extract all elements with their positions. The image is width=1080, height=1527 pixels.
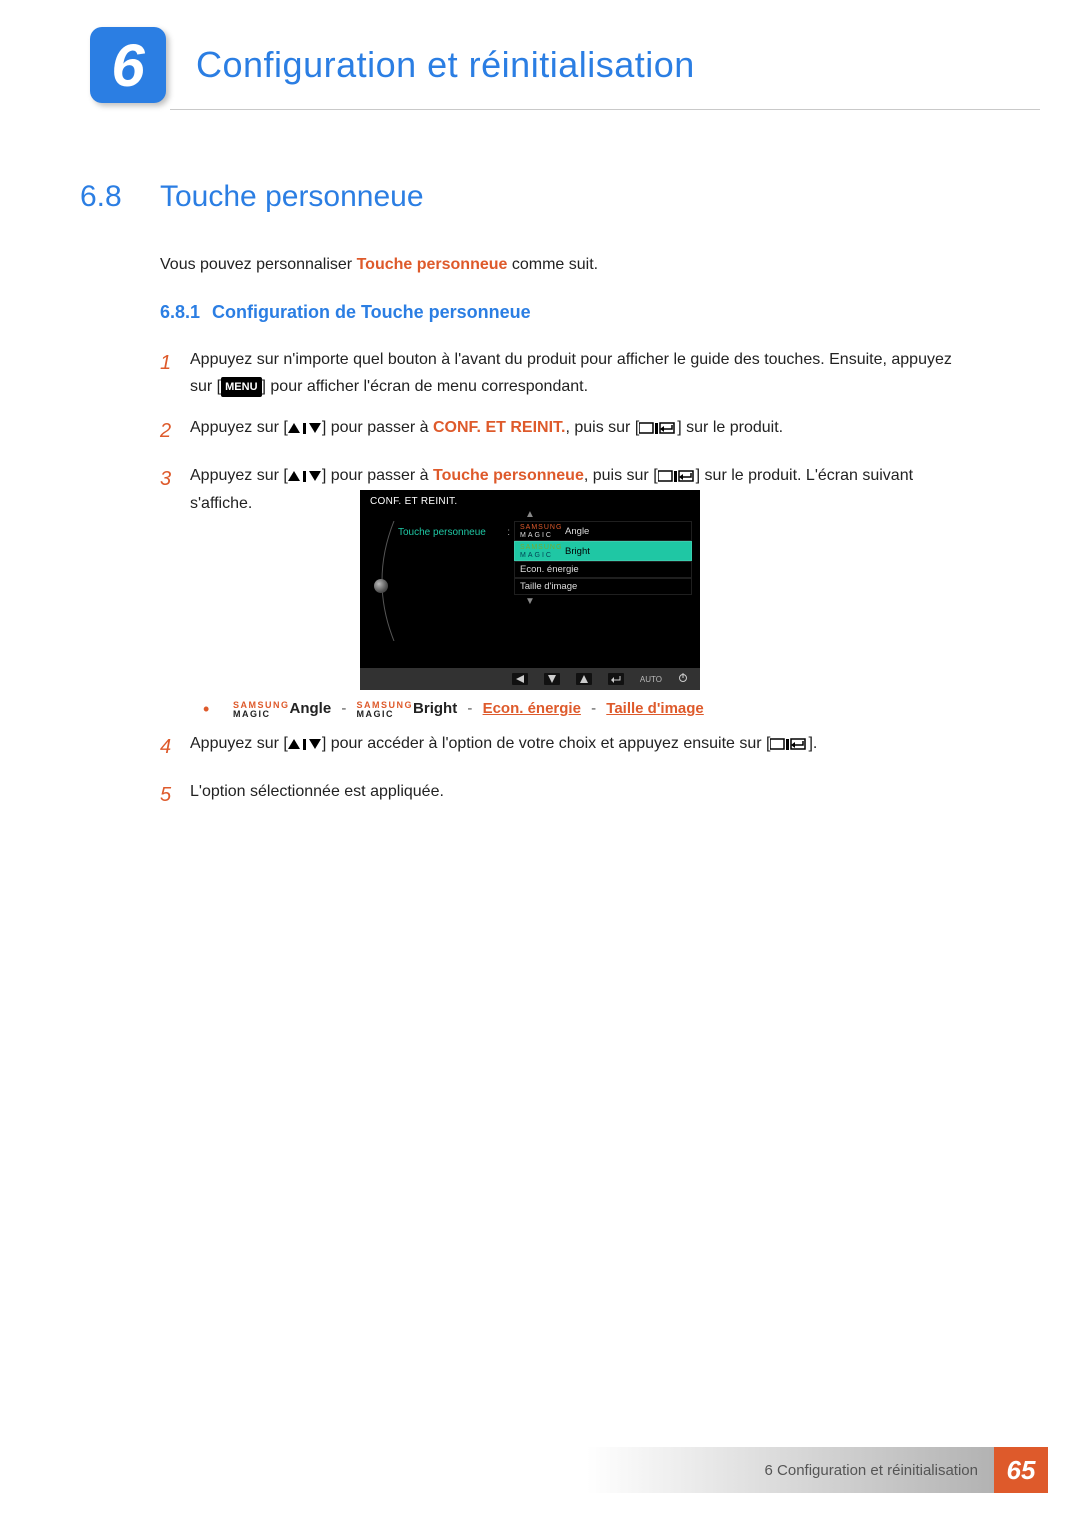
step-number: 3	[160, 462, 190, 516]
option-text: Angle	[565, 525, 589, 538]
page-number: 65	[994, 1447, 1048, 1493]
link-econ-energie[interactable]: Econ. énergie	[483, 700, 581, 717]
option-text: Econ. énergie	[520, 563, 579, 576]
text: ] pour afficher l'écran de menu correspo…	[262, 378, 589, 395]
option-text: Bright	[565, 545, 590, 558]
keyword: CONF. ET REINIT.	[433, 419, 565, 436]
text: ] pour accéder à l'option de votre choix…	[322, 735, 771, 752]
section-title: Touche personneue	[160, 180, 424, 214]
text: Appuyez sur [	[190, 467, 288, 484]
magic-label: MAGIC	[357, 709, 395, 719]
intro-text: Vous pouvez personnaliser Touche personn…	[160, 253, 970, 278]
header-rule	[170, 109, 1040, 110]
source-enter-icon	[639, 422, 677, 434]
separator: -	[585, 700, 602, 717]
intro-keyword: Touche personneue	[357, 256, 508, 273]
bullet-body: SAMSUNG MAGIC Angle - SAMSUNG MAGIC Brig…	[233, 700, 704, 718]
link-taille-image[interactable]: Taille d'image	[606, 700, 704, 717]
step-body: Appuyez sur [ ] pour passer à CONF. ET RE…	[190, 414, 970, 448]
step-4: 4 Appuyez sur [ ] pour accéder à l'option…	[160, 730, 970, 764]
up-down-arrow-icon	[288, 422, 322, 434]
chapter-title: Configuration et réinitialisation	[196, 44, 695, 86]
step-number: 4	[160, 730, 190, 764]
magic-label: MAGIC	[233, 709, 271, 719]
osd-menu-item: Touche personneue	[398, 527, 506, 538]
text: Appuyez sur [	[190, 419, 288, 436]
text: , puis sur [	[565, 419, 639, 436]
option-bright: Bright	[413, 700, 457, 717]
osd-option-taille: Taille d'image	[514, 578, 692, 595]
osd-scroll-down-icon: ▼	[360, 597, 700, 607]
osd-option-bright-selected: SAMSUNG MAGIC Bright	[514, 541, 692, 561]
osd-option-econ: Econ. énergie	[514, 561, 692, 578]
footer-bar: 6 Configuration et réinitialisation	[90, 1447, 994, 1493]
osd-left-pane: Touche personneue :	[368, 521, 506, 595]
osd-up-icon	[576, 673, 592, 685]
page-footer: 6 Configuration et réinitialisation 65	[90, 1447, 1048, 1493]
step-5: 5 L'option sélectionnée est appliquée.	[160, 778, 970, 812]
bullet-icon: •	[203, 700, 233, 718]
osd-enter-icon	[608, 673, 624, 685]
keyword: Touche personneue	[433, 467, 584, 484]
osd-colon: :	[507, 527, 510, 538]
section-heading: 6.8 Touche personneue	[80, 180, 1000, 214]
osd-options: SAMSUNG MAGIC Angle SAMSUNG MAGIC Bright…	[514, 521, 692, 595]
osd-down-icon	[544, 673, 560, 685]
osd-footer: AUTO	[360, 668, 700, 690]
magic-label: MAGIC	[520, 552, 553, 559]
chapter-number-badge: 6	[90, 27, 166, 103]
section-number: 6.8	[80, 180, 160, 214]
footer-text: 6 Configuration et réinitialisation	[765, 1462, 978, 1479]
subsection-title: Configuration de Touche personneue	[212, 302, 531, 323]
menu-icon: MENU	[221, 377, 261, 398]
osd-screenshot: CONF. ET REINIT. ▲ Touche personneue : S…	[360, 490, 700, 690]
text: Appuyez sur [	[190, 735, 288, 752]
option-text: Taille d'image	[520, 580, 577, 593]
subsection-heading: 6.8.1 Configuration de Touche personneue	[160, 302, 531, 323]
text: ] sur le produit.	[677, 419, 783, 436]
step-number: 1	[160, 346, 190, 400]
text: , puis sur [	[584, 467, 658, 484]
intro-post: comme suit.	[507, 256, 598, 273]
samsung-label: SAMSUNG	[520, 524, 562, 531]
chapter-header: 6 Configuration et réinitialisation	[90, 20, 1040, 110]
osd-option-angle: SAMSUNG MAGIC Angle	[514, 521, 692, 541]
document-page: 6 Configuration et réinitialisation 6.8 …	[0, 0, 1080, 1527]
steps-list-2: 4 Appuyez sur [ ] pour accéder à l'option…	[160, 730, 970, 826]
options-bullet: • SAMSUNG MAGIC Angle - SAMSUNG MAGIC Br…	[197, 700, 970, 718]
samsung-label: SAMSUNG	[520, 544, 562, 551]
intro-pre: Vous pouvez personnaliser	[160, 256, 357, 273]
text: ].	[808, 735, 817, 752]
subsection-number: 6.8.1	[160, 302, 212, 323]
separator: -	[335, 700, 352, 717]
osd-back-icon	[512, 673, 528, 685]
step-body: L'option sélectionnée est appliquée.	[190, 778, 970, 812]
source-enter-icon	[658, 470, 696, 482]
osd-title: CONF. ET REINIT.	[360, 490, 700, 511]
separator: -	[461, 700, 478, 717]
text: ] pour passer à	[322, 467, 433, 484]
step-1: 1 Appuyez sur n'importe quel bouton à l'…	[160, 346, 970, 400]
osd-auto-label: AUTO	[640, 675, 662, 684]
osd-power-icon	[678, 673, 688, 686]
step-body: Appuyez sur [ ] pour accéder à l'option d…	[190, 730, 970, 764]
step-body: Appuyez sur n'importe quel bouton à l'av…	[190, 346, 970, 400]
magic-label: MAGIC	[520, 532, 553, 539]
option-angle: Angle	[290, 700, 332, 717]
text: ] pour passer à	[322, 419, 433, 436]
step-number: 2	[160, 414, 190, 448]
step-number: 5	[160, 778, 190, 812]
osd-scroll-up-icon: ▲	[360, 511, 700, 519]
up-down-arrow-icon	[288, 738, 322, 750]
chapter-number: 6	[111, 31, 144, 100]
osd-body: Touche personneue : SAMSUNG MAGIC Angle …	[360, 519, 700, 595]
up-down-arrow-icon	[288, 470, 322, 482]
source-enter-icon	[770, 738, 808, 750]
step-2: 2 Appuyez sur [ ] pour passer à CONF. ET …	[160, 414, 970, 448]
osd-indicator-dot	[374, 579, 388, 593]
text: L'option sélectionnée est appliquée.	[190, 783, 444, 800]
